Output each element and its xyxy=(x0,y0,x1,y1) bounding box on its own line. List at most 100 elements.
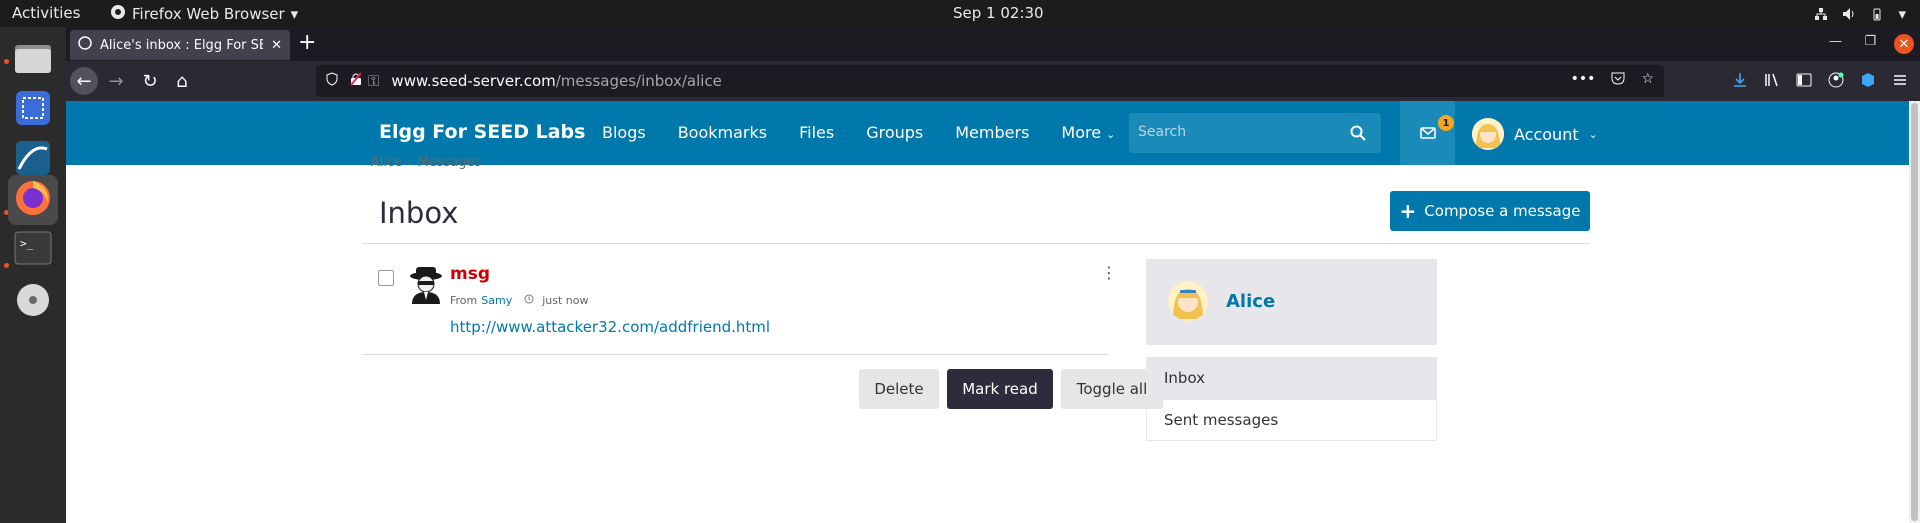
compose-label: Compose a message xyxy=(1424,202,1581,220)
clock[interactable]: Sep 1 02:30 xyxy=(953,4,1044,22)
site-title[interactable]: Elgg For SEED Labs xyxy=(379,121,585,143)
nav-blogs[interactable]: Blogs xyxy=(602,123,646,142)
toolbar-icons xyxy=(1732,72,1908,88)
history-icon xyxy=(524,294,534,307)
nav-bookmarks[interactable]: Bookmarks xyxy=(678,123,767,142)
chevron-down-icon: ⌄ xyxy=(1106,128,1116,141)
firefox-app[interactable] xyxy=(8,175,58,225)
key-icon: ⚿ xyxy=(368,72,380,90)
downloads-icon[interactable] xyxy=(1732,72,1748,88)
new-tab-button[interactable]: + xyxy=(298,32,316,54)
sender-avatar[interactable] xyxy=(406,264,446,304)
url-bar[interactable]: ⚿ www.seed-server.com/messages/inbox/ali… xyxy=(316,65,1664,97)
optical-drive-app[interactable] xyxy=(8,277,58,327)
back-button[interactable]: ← xyxy=(70,67,98,95)
system-tray[interactable]: ▾ xyxy=(1814,5,1906,23)
chevron-down-icon: ▾ xyxy=(290,5,299,23)
url-host: www.seed-server.com xyxy=(391,72,556,90)
folder-icon xyxy=(14,41,52,79)
avatar[interactable] xyxy=(1168,281,1208,321)
restore-icon[interactable]: ❐ xyxy=(1864,34,1876,49)
account-menu[interactable]: Account ⌄ xyxy=(1472,118,1598,150)
more-actions-icon[interactable]: ••• xyxy=(1571,71,1596,89)
sidebar-item-inbox[interactable]: Inbox xyxy=(1146,357,1437,399)
breadcrumb-separator: › xyxy=(407,155,413,170)
nav-bar: ← → ↻ ⌂ ⚿ www.seed-server.com/messages/i… xyxy=(66,61,1920,101)
hamburger-menu-icon[interactable] xyxy=(1892,72,1908,88)
message-menu-icon[interactable]: ⋮ xyxy=(1101,265,1117,281)
chevron-down-icon: ⌄ xyxy=(1588,127,1598,141)
extension-icon[interactable] xyxy=(1860,72,1876,88)
minimize-icon[interactable]: — xyxy=(1829,34,1842,49)
nav-files[interactable]: Files xyxy=(799,123,834,142)
activities-button[interactable]: Activities xyxy=(12,4,80,22)
messages-button[interactable] xyxy=(1400,101,1455,165)
close-window-button[interactable]: ✕ xyxy=(1894,34,1914,54)
library-icon[interactable] xyxy=(1764,72,1780,88)
battery-icon xyxy=(1870,7,1884,21)
pocket-icon[interactable] xyxy=(1611,71,1625,89)
page-scrollbar[interactable] xyxy=(1909,101,1920,523)
tab-active[interactable]: Alice's inbox : Elgg For SE ✕ xyxy=(70,30,290,60)
delete-button[interactable]: Delete xyxy=(859,369,939,409)
screenshot-app[interactable] xyxy=(8,85,58,135)
messages-badge: 1 xyxy=(1438,115,1454,131)
search-icon xyxy=(1350,125,1366,141)
url-actions: ••• ☆ xyxy=(1571,71,1654,89)
sidebar-menu: Inbox Sent messages xyxy=(1146,357,1437,441)
search-button[interactable] xyxy=(1350,125,1366,145)
message-meta: From Samy just now xyxy=(450,294,589,307)
sidebar-item-sent[interactable]: Sent messages xyxy=(1146,399,1437,441)
envelope-icon xyxy=(1419,127,1436,139)
divider xyxy=(362,354,1108,355)
compose-message-button[interactable]: + Compose a message xyxy=(1390,191,1590,231)
breadcrumb-messages[interactable]: Messages xyxy=(417,155,481,170)
site-nav: Blogs Bookmarks Files Groups Members Mor… xyxy=(602,123,1147,142)
message-body-link[interactable]: http://www.attacker32.com/addfriend.html xyxy=(450,318,770,336)
site-header: Elgg For SEED Labs Blogs Bookmarks Files… xyxy=(66,101,1909,165)
screenshot-icon xyxy=(14,89,52,131)
sidebar-icon[interactable] xyxy=(1796,72,1812,88)
page-favicon-icon xyxy=(78,36,92,54)
network-icon xyxy=(1814,7,1828,21)
svg-text:>_: >_ xyxy=(20,237,34,250)
forward-button[interactable]: → xyxy=(102,67,130,95)
files-app[interactable] xyxy=(8,35,58,85)
web-page: Elgg For SEED Labs Blogs Bookmarks Files… xyxy=(66,101,1909,523)
owner-block: Alice xyxy=(1146,259,1437,345)
firefox-icon xyxy=(110,4,126,24)
divider xyxy=(362,243,1590,244)
message-checkbox[interactable] xyxy=(378,270,394,286)
nav-more[interactable]: More ⌄ xyxy=(1061,123,1115,142)
nav-groups[interactable]: Groups xyxy=(866,123,923,142)
tab-strip: Alice's inbox : Elgg For SE ✕ + — ❐ ✕ xyxy=(66,27,1920,61)
account-icon[interactable] xyxy=(1828,72,1844,88)
reload-button[interactable]: ↻ xyxy=(136,67,164,95)
owner-name-link[interactable]: Alice xyxy=(1226,291,1275,312)
nav-more-label: More xyxy=(1061,123,1102,142)
message-item: msg From Samy just now ⋮ http://www.atta… xyxy=(362,256,1117,354)
bookmark-star-icon[interactable]: ☆ xyxy=(1641,71,1654,89)
mark-read-button[interactable]: Mark read xyxy=(947,369,1053,409)
scrollbar-thumb[interactable] xyxy=(1911,103,1918,521)
breadcrumb-alice[interactable]: Alice xyxy=(371,155,402,170)
chevron-down-icon: ▾ xyxy=(1898,5,1906,23)
breadcrumb: Alice › Messages xyxy=(371,155,481,170)
terminal-app[interactable]: >_ xyxy=(8,225,58,275)
terminal-icon: >_ xyxy=(14,231,52,269)
tab-title: Alice's inbox : Elgg For SE xyxy=(100,37,264,53)
search-input[interactable]: Search xyxy=(1129,113,1381,153)
home-button[interactable]: ⌂ xyxy=(168,67,196,95)
account-label: Account xyxy=(1514,124,1579,144)
avatar xyxy=(1472,118,1504,150)
sender-link[interactable]: Samy xyxy=(481,294,512,307)
close-tab-icon[interactable]: ✕ xyxy=(271,38,282,53)
url-path: /messages/inbox/alice xyxy=(555,72,722,90)
firefox-icon xyxy=(13,178,53,222)
message-time: just now xyxy=(542,294,589,307)
nav-members[interactable]: Members xyxy=(955,123,1029,142)
volume-icon xyxy=(1842,7,1856,21)
shield-icon xyxy=(326,72,338,90)
message-subject[interactable]: msg xyxy=(450,264,490,284)
app-menu[interactable]: Firefox Web Browser ▾ xyxy=(110,4,298,24)
